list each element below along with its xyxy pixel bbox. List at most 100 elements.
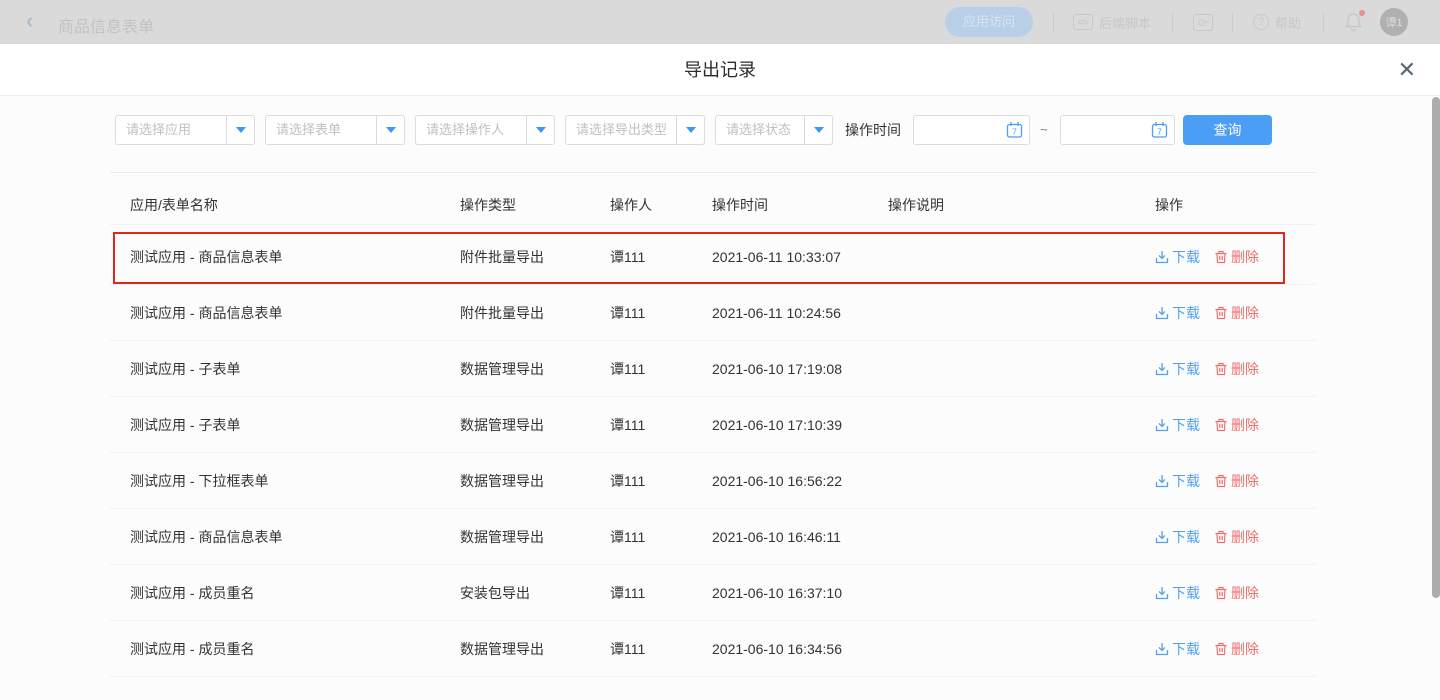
user-avatar[interactable]: 谭1 (1380, 8, 1408, 36)
cell-op-time: 2021-06-10 17:10:39 (712, 397, 842, 453)
delete-label: 删除 (1231, 565, 1259, 621)
date-start-input[interactable] (922, 123, 1006, 138)
download-label: 下载 (1172, 509, 1200, 565)
trash-icon (1214, 474, 1228, 488)
cell-app-form: 测试应用 - 下拉框表单 (130, 453, 268, 509)
id-card-button[interactable] (1193, 0, 1213, 44)
cell-op-type: 数据管理导出 (460, 397, 544, 453)
download-link[interactable]: 下载 (1155, 621, 1200, 677)
cell-op-type: 附件批量导出 (460, 285, 544, 341)
cell-operator: 谭111 (610, 397, 645, 453)
code-icon: </> (1073, 14, 1093, 30)
download-link[interactable]: 下载 (1155, 565, 1200, 621)
select-operator[interactable]: 请选择操作人 (415, 115, 555, 145)
cell-operator: 谭111 (610, 285, 645, 341)
date-range-separator: ~ (1040, 115, 1048, 145)
cell-operator: 谭111 (610, 453, 645, 509)
download-icon (1155, 474, 1169, 488)
cell-op-time: 2021-06-10 16:56:22 (712, 453, 842, 509)
select-export-type[interactable]: 请选择导出类型 (565, 115, 705, 145)
back-icon[interactable]: ‹ (26, 10, 33, 32)
svg-text:7: 7 (1012, 127, 1017, 137)
col-header-op-type: 操作类型 (460, 185, 516, 225)
select-form[interactable]: 请选择表单 (265, 115, 405, 145)
app-access-button[interactable]: 应用访问 (945, 7, 1033, 37)
cell-operator: 谭111 (610, 509, 645, 565)
col-header-operator: 操作人 (610, 185, 652, 225)
help-icon: ? (1253, 14, 1269, 30)
select-operator-placeholder: 请选择操作人 (416, 116, 526, 144)
date-end-field[interactable]: 7 (1060, 115, 1175, 145)
delete-label: 删除 (1231, 341, 1259, 397)
cell-op-time: 2021-06-11 10:24:56 (712, 285, 841, 341)
modal-title: 导出记录 (0, 44, 1440, 96)
delete-link[interactable]: 删除 (1214, 285, 1259, 341)
svg-text:7: 7 (1157, 127, 1162, 137)
delete-link[interactable]: 删除 (1214, 453, 1259, 509)
select-app-placeholder: 请选择应用 (116, 116, 226, 144)
trash-icon (1214, 362, 1228, 376)
chevron-down-icon (376, 116, 404, 144)
notifications-bell-icon[interactable] (1344, 11, 1363, 38)
download-link[interactable]: 下载 (1155, 509, 1200, 565)
date-start-field[interactable]: 7 (913, 115, 1030, 145)
cell-app-form: 测试应用 - 子表单 (130, 397, 240, 453)
topbar-divider (1232, 12, 1233, 32)
download-label: 下载 (1172, 229, 1200, 285)
cell-op-time: 2021-06-10 16:46:11 (712, 509, 841, 565)
download-link[interactable]: 下载 (1155, 397, 1200, 453)
delete-label: 删除 (1231, 397, 1259, 453)
table-row: 测试应用 - 下拉框表单 数据管理导出 谭111 2021-06-10 16:5… (110, 453, 1316, 509)
download-icon (1155, 362, 1169, 376)
download-icon (1155, 642, 1169, 656)
cell-operator: 谭111 (610, 621, 645, 677)
topbar-divider (1323, 12, 1324, 32)
select-app[interactable]: 请选择应用 (115, 115, 255, 145)
cell-op-type: 数据管理导出 (460, 621, 544, 677)
delete-link[interactable]: 删除 (1214, 229, 1259, 285)
select-export-type-placeholder: 请选择导出类型 (566, 116, 676, 144)
calendar-icon: 7 (1151, 121, 1168, 139)
download-link[interactable]: 下载 (1155, 285, 1200, 341)
trash-icon (1214, 418, 1228, 432)
delete-link[interactable]: 删除 (1214, 397, 1259, 453)
download-link[interactable]: 下载 (1155, 341, 1200, 397)
export-records-modal: 导出记录 ✕ 请选择应用 请选择表单 请选择操作人 请选择导出类型 请选择状态 … (0, 44, 1440, 700)
cell-op-type: 数据管理导出 (460, 509, 544, 565)
table-row: 测试应用 - 商品信息表单 附件批量导出 谭111 2021-06-11 10:… (110, 229, 1316, 285)
cell-op-type: 数据管理导出 (460, 453, 544, 509)
download-icon (1155, 530, 1169, 544)
id-card-icon (1193, 14, 1213, 31)
query-button[interactable]: 查询 (1183, 115, 1272, 145)
vertical-scrollbar[interactable] (1432, 97, 1440, 598)
help-label: 帮助 (1275, 13, 1301, 32)
delete-link[interactable]: 删除 (1214, 565, 1259, 621)
select-form-placeholder: 请选择表单 (266, 116, 376, 144)
chevron-down-icon (676, 116, 704, 144)
backend-script-button[interactable]: </> 后端脚本 (1073, 0, 1151, 44)
cell-app-form: 测试应用 - 商品信息表单 (130, 229, 282, 285)
topbar: ‹ 商品信息表单 应用访问 </> 后端脚本 ? 帮助 谭1 (0, 0, 1440, 44)
cell-operator: 谭111 (610, 341, 645, 397)
download-link[interactable]: 下载 (1155, 453, 1200, 509)
delete-link[interactable]: 删除 (1214, 621, 1259, 677)
date-end-input[interactable] (1069, 123, 1151, 138)
cell-op-type: 附件批量导出 (460, 229, 544, 285)
delete-link[interactable]: 删除 (1214, 341, 1259, 397)
table-row: 测试应用 - 子表单 数据管理导出 谭111 2021-06-10 17:10:… (110, 397, 1316, 453)
trash-icon (1214, 250, 1228, 264)
calendar-icon: 7 (1006, 121, 1023, 139)
select-status[interactable]: 请选择状态 (715, 115, 833, 145)
notification-dot (1359, 10, 1365, 16)
table-row: 测试应用 - 商品信息表单 附件批量导出 谭111 2021-06-11 10:… (110, 285, 1316, 341)
download-link[interactable]: 下载 (1155, 229, 1200, 285)
cell-op-time: 2021-06-10 17:19:08 (712, 341, 842, 397)
close-icon[interactable]: ✕ (1398, 58, 1416, 82)
delete-label: 删除 (1231, 285, 1259, 341)
delete-link[interactable]: 删除 (1214, 509, 1259, 565)
download-icon (1155, 250, 1169, 264)
cell-op-type: 数据管理导出 (460, 341, 544, 397)
download-label: 下载 (1172, 341, 1200, 397)
cell-app-form: 测试应用 - 子表单 (130, 341, 240, 397)
help-button[interactable]: ? 帮助 (1253, 0, 1301, 44)
